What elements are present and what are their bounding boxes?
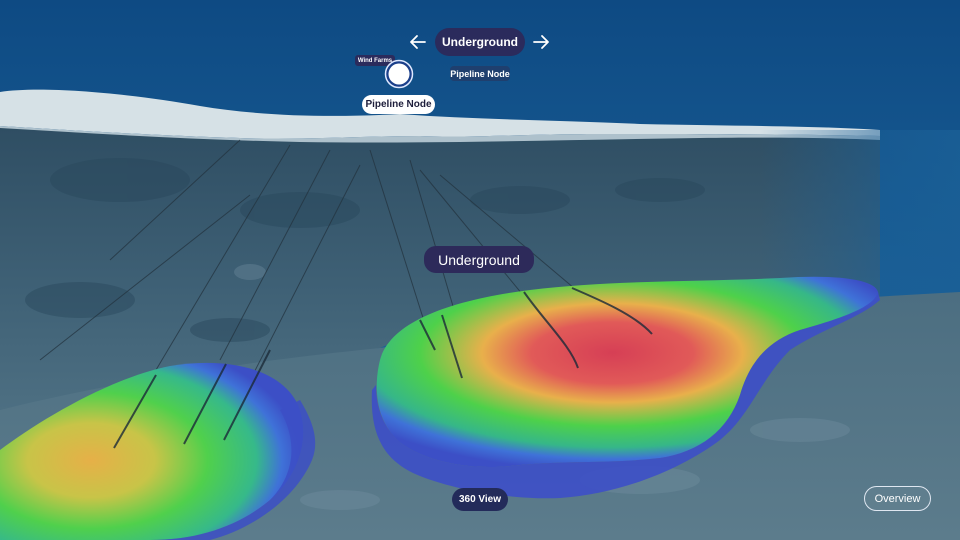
node-marker-icon[interactable] bbox=[384, 59, 414, 89]
secondary-layer-label[interactable]: Pipeline Node bbox=[450, 66, 510, 81]
underground-label: Underground bbox=[424, 246, 534, 273]
pipeline-node-label[interactable]: Pipeline Node bbox=[362, 95, 435, 114]
arrow-left-icon[interactable] bbox=[406, 30, 430, 54]
layer-title-button[interactable]: Underground bbox=[435, 28, 525, 56]
view-360-button[interactable]: 360 View bbox=[452, 488, 508, 511]
arrow-right-icon[interactable] bbox=[529, 30, 553, 54]
overview-button[interactable]: Overview bbox=[864, 486, 931, 511]
navigation-bar: Underground bbox=[0, 28, 960, 56]
